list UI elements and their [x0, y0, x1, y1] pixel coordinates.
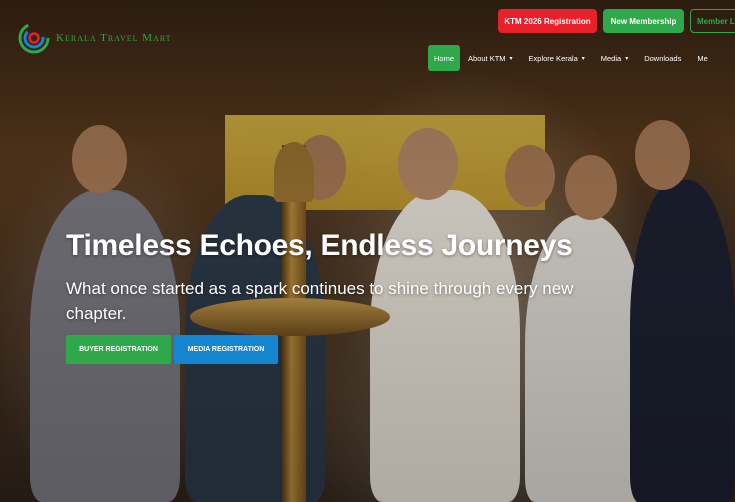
hero-headline: Timeless Echoes, Endless Journeys — [66, 229, 573, 262]
new-membership-button[interactable]: New Membership — [603, 9, 684, 33]
nav-item-home[interactable]: Home — [428, 45, 461, 71]
main-nav: Home About KTM ▾ Explore Kerala ▾ Media … — [428, 45, 716, 71]
nav-item-label: Explore Kerala — [528, 53, 578, 63]
nav-item-label: Home — [434, 53, 455, 63]
nav-item-more[interactable]: Me — [689, 45, 715, 71]
nav-item-media[interactable]: Media ▾ — [593, 45, 636, 71]
logo-swirl-icon — [18, 22, 50, 54]
nav-item-explore-kerala[interactable]: Explore Kerala ▾ — [521, 45, 593, 71]
chevron-down-icon: ▾ — [625, 55, 629, 62]
nav-item-label: Media — [600, 53, 622, 63]
ktm-registration-button[interactable]: KTM 2026 Registration — [498, 9, 597, 33]
nav-item-about-ktm[interactable]: About KTM ▾ — [460, 45, 521, 71]
chevron-down-icon: ▾ — [581, 55, 585, 62]
site-logo[interactable]: Kerala Travel Mart — [18, 22, 172, 54]
nav-item-label: About KTM — [468, 53, 506, 63]
nav-item-label: Downloads — [644, 53, 682, 63]
nav-item-label: Me — [697, 53, 708, 63]
member-login-button[interactable]: Member L — [690, 9, 735, 33]
nav-item-downloads[interactable]: Downloads — [636, 45, 689, 71]
media-registration-button[interactable]: MEDIA REGISTRATION — [174, 335, 278, 364]
buyer-registration-button[interactable]: BUYER REGISTRATION — [66, 335, 171, 364]
logo-text: Kerala Travel Mart — [56, 32, 172, 44]
hero-subline: What once started as a spark continues t… — [66, 279, 574, 323]
chevron-down-icon: ▾ — [509, 55, 513, 62]
